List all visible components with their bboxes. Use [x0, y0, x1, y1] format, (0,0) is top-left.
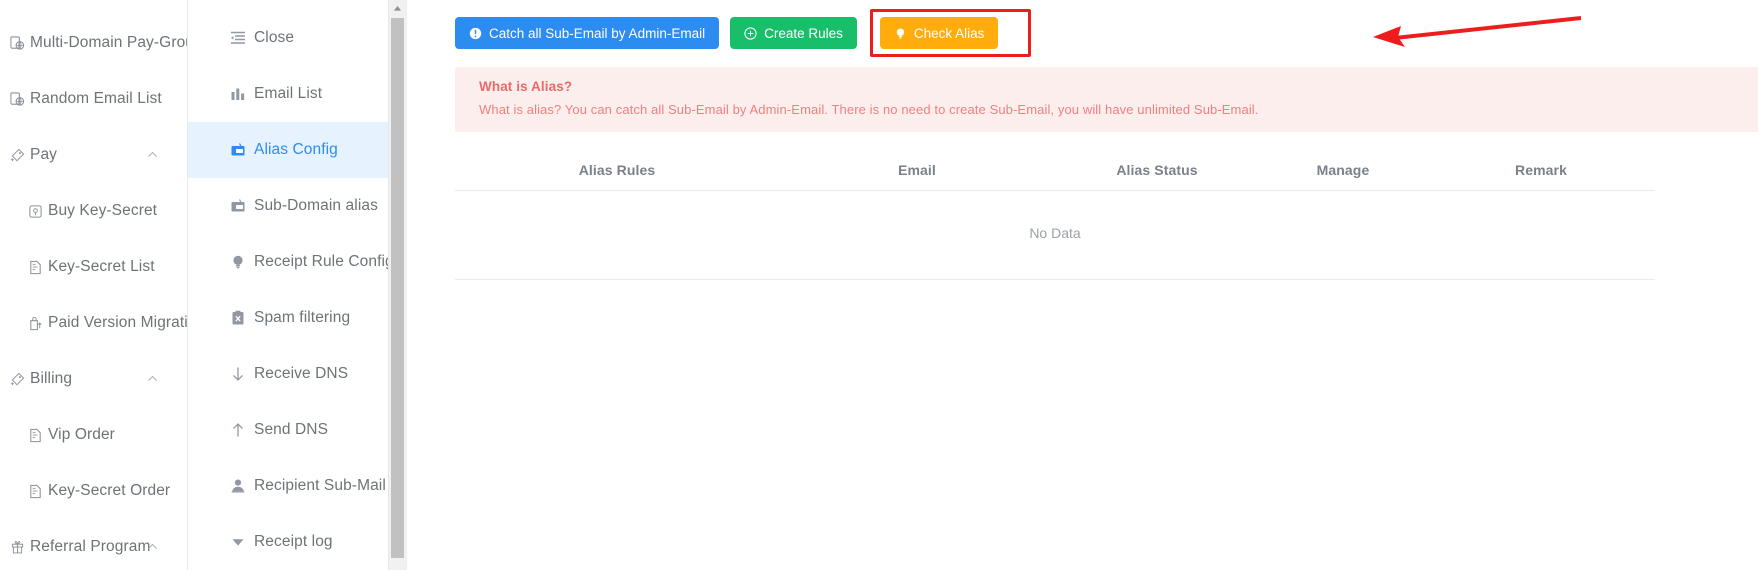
menu-item-receipt-log[interactable]: Receipt log — [188, 514, 406, 570]
caret-down-icon — [230, 534, 254, 550]
briefcase-icon — [230, 198, 254, 214]
menu-item-email-list[interactable]: Email List — [188, 66, 406, 122]
upload-bag-icon — [22, 316, 48, 331]
menu-item-label: Receipt Rule Config — [254, 253, 394, 270]
sidebar-item-label: Pay — [30, 146, 58, 163]
sidebar-item-key-secret-order[interactable]: Key-Secret Order — [0, 463, 187, 519]
alias-table-body: No Data — [455, 190, 1655, 280]
main-content: Catch all Sub-Email by Admin-Email Creat… — [407, 0, 1758, 570]
menu-item-label: Receive DNS — [254, 365, 349, 382]
sidebar-item-label: Random Email List — [30, 90, 162, 107]
bar-chart-icon — [230, 86, 254, 102]
menu-item-receive-dns[interactable]: Receive DNS — [188, 346, 406, 402]
catch-all-sub-email-button[interactable]: Catch all Sub-Email by Admin-Email — [455, 17, 720, 49]
menu-item-close[interactable]: Close — [188, 10, 406, 66]
alias-table-head: Alias Rules Email Alias Status Manage Re… — [455, 152, 1655, 191]
alias-table-wrapper: Alias Rules Email Alias Status Manage Re… — [455, 152, 1655, 280]
column-header-alias-rules[interactable]: Alias Rules — [455, 152, 779, 191]
menu-item-label: Alias Config — [254, 141, 338, 158]
bulb-icon — [230, 254, 254, 270]
menu-collapse-icon — [230, 30, 254, 46]
menu-scrollbar[interactable] — [388, 0, 406, 570]
catch-all-sub-email-label: Catch all Sub-Email by Admin-Email — [489, 25, 706, 41]
create-rules-button[interactable]: Create Rules — [730, 17, 857, 49]
sidebar-item-buy-key-secret[interactable]: Buy Key-Secret — [0, 183, 187, 239]
column-header-alias-status[interactable]: Alias Status — [1055, 152, 1259, 191]
column-header-email[interactable]: Email — [779, 152, 1055, 191]
sidebar-item-label: Key-Secret Order — [48, 482, 171, 499]
bulb-icon — [894, 27, 907, 40]
alias-table: Alias Rules Email Alias Status Manage Re… — [455, 152, 1655, 280]
menu-item-label: Recipient Sub-Mail — [254, 477, 386, 494]
menu-item-label: Spam filtering — [254, 309, 351, 326]
sidebar-item-random-email-list[interactable]: Random Email List — [0, 71, 187, 127]
scroll-up-arrow-icon[interactable] — [389, 0, 406, 17]
chevron-up-icon[interactable] — [146, 373, 159, 386]
check-alias-highlight-box: Check Alias — [869, 9, 1032, 57]
column-header-remark[interactable]: Remark — [1427, 152, 1655, 191]
plus-circle-icon — [744, 26, 757, 40]
sidebar-item-label: Billing — [30, 370, 73, 387]
menu-item-label: Receipt log — [254, 533, 333, 550]
menu-item-recipient-sub-mail[interactable]: Recipient Sub-Mail — [188, 458, 406, 514]
table-empty-text: No Data — [455, 190, 1655, 280]
sidebar-item-paid-version-migration[interactable]: Paid Version Migration — [0, 295, 187, 351]
left-sidebar: Domain Email Multi-Domain Pay-Group Rand… — [0, 0, 188, 570]
check-alias-label: Check Alias — [913, 25, 985, 41]
menu-item-spam-filtering[interactable]: Spam filtering — [188, 290, 406, 346]
domain-globe-icon — [4, 35, 30, 51]
person-icon — [230, 478, 254, 494]
sidebar-item-label: Buy Key-Secret — [48, 202, 158, 219]
menu-item-sub-domain-alias[interactable]: Sub-Domain alias — [188, 178, 406, 234]
action-toolbar: Catch all Sub-Email by Admin-Email Creat… — [407, 0, 1758, 57]
alert-title: What is Alias? — [479, 79, 573, 94]
menu-item-alias-config[interactable]: Alias Config — [188, 122, 406, 178]
arrow-up-icon — [230, 422, 254, 438]
chevron-up-icon[interactable] — [146, 541, 159, 554]
sidebar-item-multi-domain-pay-group[interactable]: Multi-Domain Pay-Group — [0, 15, 187, 71]
document-list-icon — [22, 260, 48, 275]
chevron-up-icon[interactable] — [146, 149, 159, 162]
sidebar-item-label: Key-Secret List — [48, 258, 155, 275]
menu-item-label: Sub-Domain alias — [254, 197, 378, 214]
arrow-down-icon — [230, 366, 254, 382]
domain-globe-icon — [4, 91, 30, 107]
menu-item-label: Email List — [254, 85, 323, 102]
sidebar-item-key-secret-list[interactable]: Key-Secret List — [0, 239, 187, 295]
sidebar-item-label: Referral Program — [30, 538, 151, 555]
pay-tag-icon — [4, 148, 30, 163]
menu-scrollbar-thumb[interactable] — [391, 18, 404, 558]
sidebar-item-pay[interactable]: Pay — [0, 127, 187, 183]
menu-item-send-dns[interactable]: Send DNS — [188, 402, 406, 458]
menu-item-receipt-rule-config[interactable]: Receipt Rule Config — [188, 234, 406, 290]
sidebar-item-referral-program[interactable]: Referral Program — [0, 519, 187, 570]
document-list-icon — [22, 428, 48, 443]
gift-icon — [4, 540, 30, 555]
table-row-empty: No Data — [455, 190, 1655, 280]
sidebar-item-billing[interactable]: Billing — [0, 351, 187, 407]
table-header-row: Alias Rules Email Alias Status Manage Re… — [455, 152, 1655, 191]
sidebar-item-label: Multi-Domain Pay-Group — [30, 34, 188, 51]
module-menu-column: Close Email List Alias Config Sub-Domain… — [188, 0, 407, 570]
sidebar-item-vip-order[interactable]: Vip Order — [0, 407, 187, 463]
check-alias-button[interactable]: Check Alias — [879, 17, 999, 49]
app-root: Domain Email Multi-Domain Pay-Group Rand… — [0, 0, 1758, 570]
key-card-icon — [22, 204, 48, 219]
column-header-manage[interactable]: Manage — [1259, 152, 1427, 191]
spam-clipboard-icon — [230, 310, 254, 326]
alias-info-alert: What is Alias? What is alias? You can ca… — [455, 67, 1758, 132]
pay-tag-icon — [4, 372, 30, 387]
sidebar-item-label: Paid Version Migration — [48, 314, 188, 331]
alert-description: What is alias? You can catch all Sub-Ema… — [479, 102, 1259, 117]
sidebar-item-label: Vip Order — [48, 426, 115, 443]
menu-item-label: Close — [254, 29, 295, 46]
info-circle-icon — [469, 27, 482, 40]
create-rules-label: Create Rules — [764, 25, 843, 41]
briefcase-icon — [230, 142, 254, 158]
document-list-icon — [22, 484, 48, 499]
sidebar-item-domain-email[interactable]: Domain Email — [0, 0, 187, 15]
menu-item-label: Send DNS — [254, 421, 329, 438]
